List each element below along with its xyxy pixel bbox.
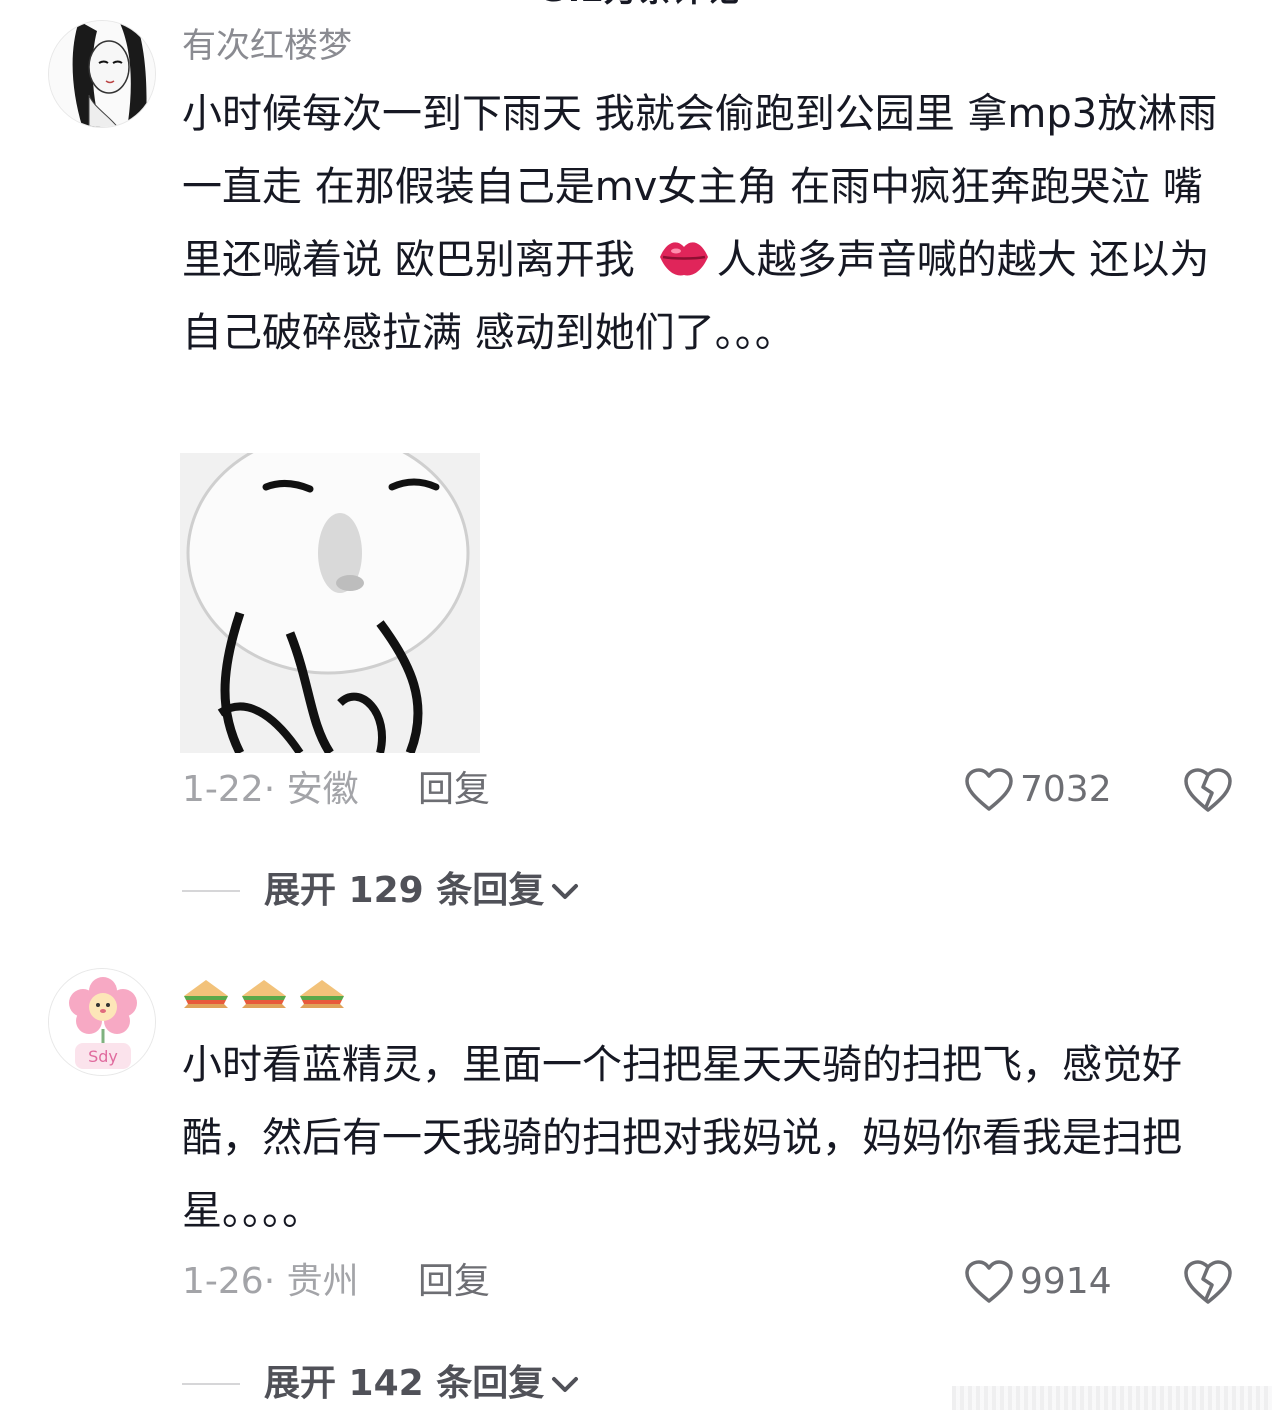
watermark xyxy=(952,1386,1272,1410)
divider-line xyxy=(182,1383,240,1385)
chevron-down-icon xyxy=(552,884,579,899)
reply-button[interactable]: 回复 xyxy=(418,1257,490,1307)
like-button[interactable]: 9914 xyxy=(964,1257,1112,1307)
svg-text:Sdy: Sdy xyxy=(88,1047,118,1066)
dislike-button[interactable] xyxy=(1182,765,1234,815)
like-button[interactable]: 7032 xyxy=(964,765,1112,815)
kiss-lips-icon xyxy=(657,230,711,276)
meme-sticker-image[interactable] xyxy=(180,453,480,753)
like-count: 9914 xyxy=(1020,1261,1112,1302)
heart-icon xyxy=(965,1260,1013,1303)
expand-replies-label: 展开 142 条回复 xyxy=(264,1363,545,1404)
comment-item: 有次红楼梦 小时候每次一到下雨天 我就会偷跑到公园里 拿mp3放淋雨一直走 在那… xyxy=(0,0,1284,930)
avatar-flower-icon: Sdy xyxy=(49,969,155,1075)
comment-username[interactable]: 有次红楼梦 xyxy=(182,26,352,66)
expand-replies-label: 展开 129 条回复 xyxy=(264,870,545,911)
expand-replies-button[interactable]: 展开 142 条回复 xyxy=(182,1359,580,1409)
dislike-button[interactable] xyxy=(1182,1257,1234,1307)
broken-heart-icon xyxy=(1184,768,1232,812)
sandwich-icon xyxy=(184,980,228,1008)
comment-username[interactable] xyxy=(182,974,346,1010)
avatar[interactable]: Sdy xyxy=(48,968,156,1076)
comment-meta: 1-26· 贵州 回复 9914 xyxy=(182,1257,1242,1307)
divider-line xyxy=(182,890,240,892)
avatar[interactable] xyxy=(48,20,156,128)
sandwich-icon xyxy=(242,980,286,1008)
comment-date-location: 1-22· 安徽 xyxy=(182,769,359,810)
reply-button[interactable]: 回复 xyxy=(418,765,490,815)
like-count: 7032 xyxy=(1020,769,1112,810)
comment-meta: 1-22· 安徽 回复 7032 xyxy=(182,765,1242,815)
avatar-illustration-icon xyxy=(49,21,155,127)
meme-face-icon xyxy=(180,453,480,753)
comment-date-location: 1-26· 贵州 xyxy=(182,1261,359,1302)
sandwich-icon xyxy=(300,980,344,1008)
heart-icon xyxy=(965,768,1013,811)
comment-text: 小时看蓝精灵，里面一个扫把星天天骑的扫把飞，感觉好酷，然后有一天我骑的扫把对我妈… xyxy=(182,1042,1182,1234)
expand-replies-button[interactable]: 展开 129 条回复 xyxy=(182,866,580,916)
broken-heart-icon xyxy=(1184,1260,1232,1304)
chevron-down-icon xyxy=(552,1377,579,1392)
comment-text: 小时候每次一到下雨天 我就会偷跑到公园里 拿mp3放淋雨一直走 在那假装自己是m… xyxy=(182,78,1242,370)
